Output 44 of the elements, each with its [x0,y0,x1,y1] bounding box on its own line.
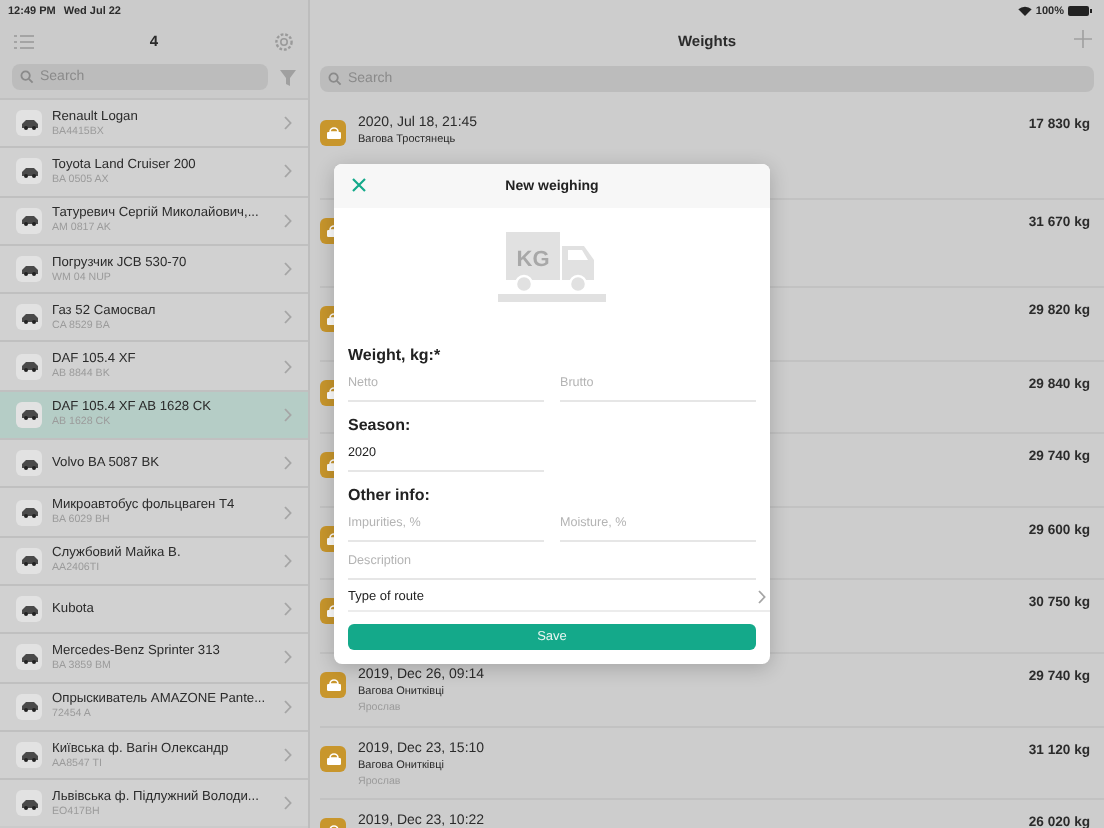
chevron-icon [284,262,292,277]
vehicle-icon [19,749,39,761]
chevron-icon [284,650,292,665]
vehicle-icon [19,700,39,713]
filter-icon[interactable] [280,69,296,85]
vehicle-icon [19,554,39,567]
vehicle-icon [19,311,39,324]
chevron-icon [284,602,292,617]
vehicle-icon [19,797,39,810]
vehicle-icon [19,506,39,519]
vehicle-icon [19,651,39,664]
truck-scale-drawing: KG [498,228,606,304]
chevron-icon [284,116,292,131]
chevron-icon [284,796,292,811]
chevron-icon [284,505,292,520]
wifi-icon [1017,6,1032,16]
vehicle-icon [19,457,39,470]
list-menu-icon[interactable] [14,33,34,49]
search-icon [328,72,342,86]
chevron-icon [284,699,292,714]
chevron-icon [284,164,292,179]
vehicle-icon [19,263,39,276]
chevron-icon [284,553,292,568]
chevron-icon [284,359,292,374]
section-heading: Weight, kg:* [348,346,443,364]
battery-icon [1068,6,1092,16]
section-heading: Season: [348,416,413,434]
chevron-icon [284,213,292,228]
settings-icon[interactable] [273,31,294,51]
vehicle-icon [19,214,39,227]
search-icon [20,70,34,84]
vehicle-icon [19,117,39,130]
vehicle-icon [19,360,39,373]
vehicle-icon [19,603,39,616]
chevron-icon [284,748,292,762]
add-icon[interactable] [1074,30,1092,48]
chevron-icon [284,310,292,325]
chevron-icon [284,407,292,422]
vehicle-icon [19,408,39,421]
chevron-icon [758,590,766,604]
close-icon[interactable] [352,178,366,192]
vehicle-icon [19,165,39,178]
section-heading: Other info: [348,486,432,504]
chevron-icon [284,456,292,471]
